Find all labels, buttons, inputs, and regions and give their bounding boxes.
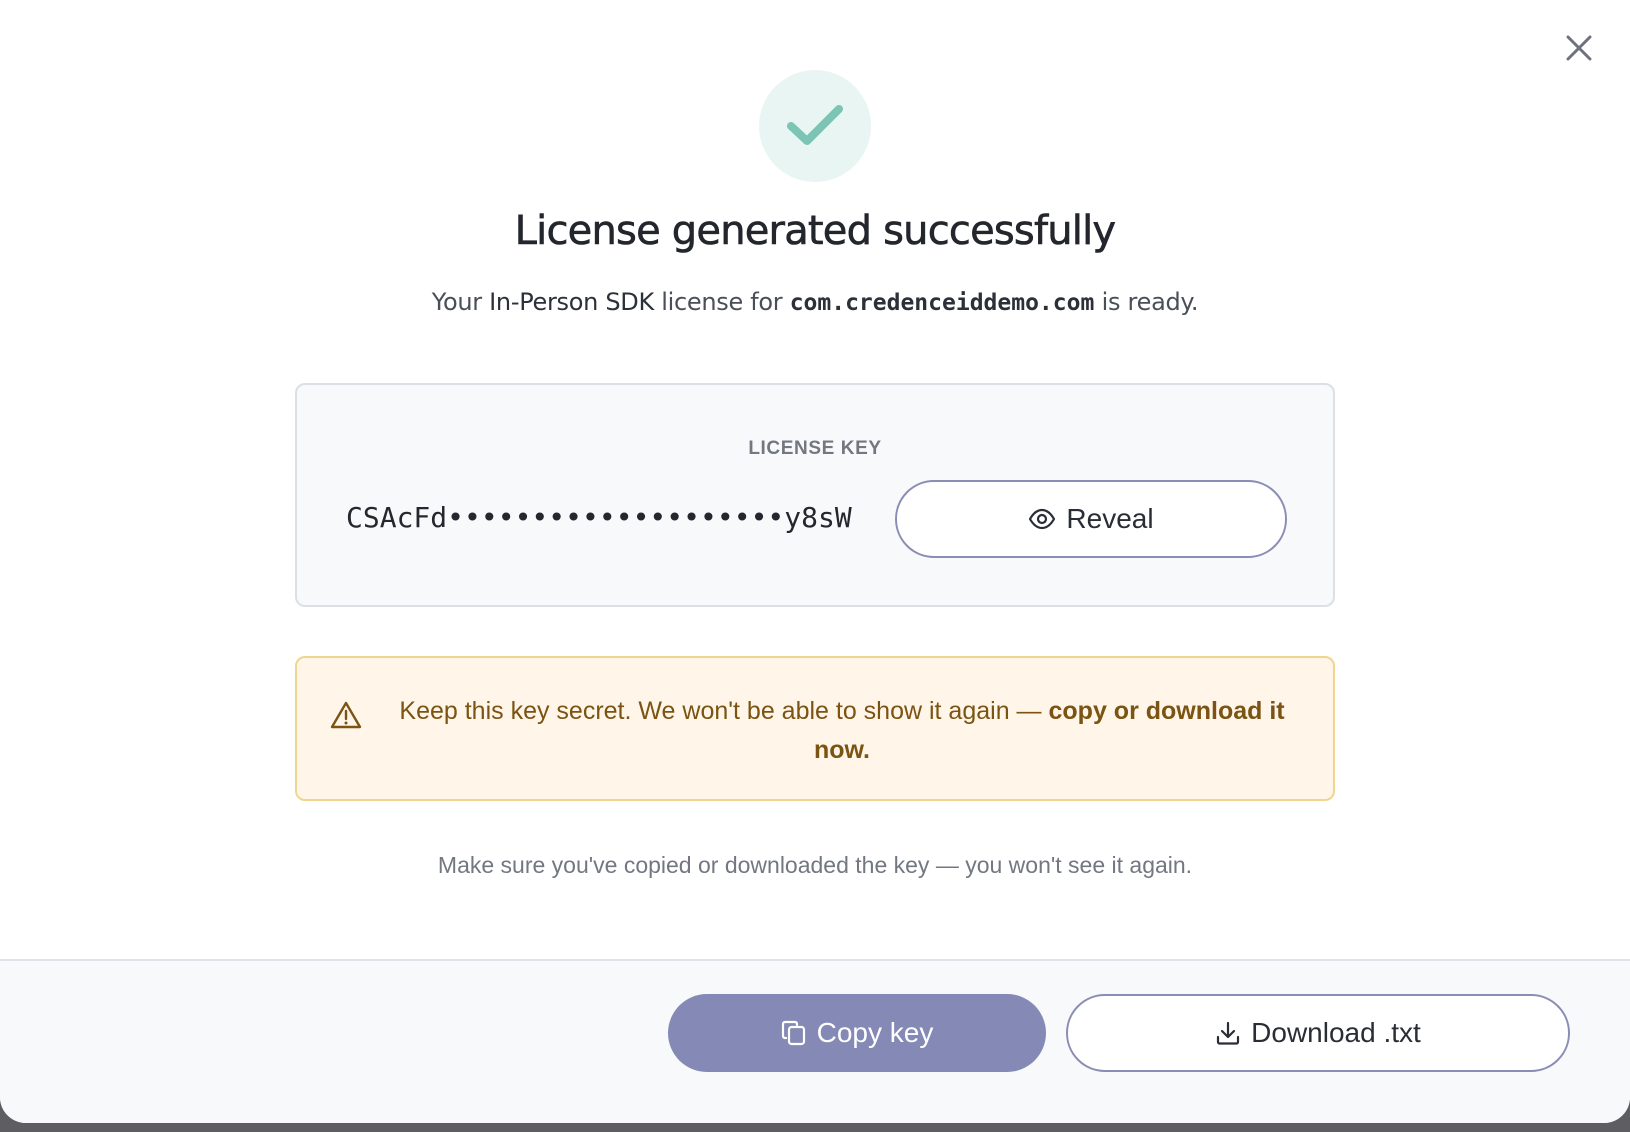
copy-key-label: Copy key bbox=[816, 1017, 934, 1048]
license-key-value: CSAcFd••••••••••••••••••••y8sW bbox=[346, 501, 852, 534]
dialog-footer: Copy key Download .txt bbox=[0, 959, 1630, 1123]
dialog-subtitle: Your In-Person SDK license for com.crede… bbox=[0, 288, 1630, 316]
subtitle-middle: license for bbox=[653, 288, 790, 316]
copy-key-button[interactable]: Copy key bbox=[668, 994, 1046, 1072]
close-button[interactable] bbox=[1557, 26, 1601, 70]
reveal-button[interactable]: Reveal bbox=[895, 480, 1287, 558]
eye-icon bbox=[1029, 508, 1056, 530]
dialog-title: License generated successfully bbox=[514, 208, 1116, 255]
success-badge bbox=[759, 70, 871, 182]
subtitle-suffix: is ready. bbox=[1094, 288, 1199, 316]
product-name: In-Person SDK bbox=[489, 288, 654, 316]
copy-icon bbox=[781, 1020, 805, 1046]
warning-banner: Keep this key secret. We won't be able t… bbox=[295, 656, 1335, 801]
copy-hint: Make sure you've copied or downloaded th… bbox=[437, 852, 1193, 878]
reveal-label: Reveal bbox=[1066, 503, 1154, 534]
app-identifier: com.credenceiddemo.com bbox=[789, 290, 1095, 316]
license-key-label: LICENSE KEY bbox=[748, 438, 882, 459]
license-success-dialog: License generated successfully Your In-P… bbox=[0, 0, 1630, 1123]
license-key-card: LICENSE KEY CSAcFd••••••••••••••••••••y8… bbox=[295, 383, 1335, 607]
subtitle-prefix: Your bbox=[431, 288, 490, 316]
warning-triangle-icon bbox=[330, 701, 362, 729]
download-txt-label: Download .txt bbox=[1251, 1017, 1421, 1048]
warning-text: Keep this key secret. We won't be able t… bbox=[387, 692, 1297, 770]
close-icon bbox=[1566, 35, 1592, 61]
download-txt-button[interactable]: Download .txt bbox=[1066, 994, 1570, 1072]
warning-message: Keep this key secret. We won't be able t… bbox=[399, 697, 1049, 725]
checkmark-icon bbox=[787, 105, 843, 145]
download-icon bbox=[1217, 1021, 1240, 1045]
